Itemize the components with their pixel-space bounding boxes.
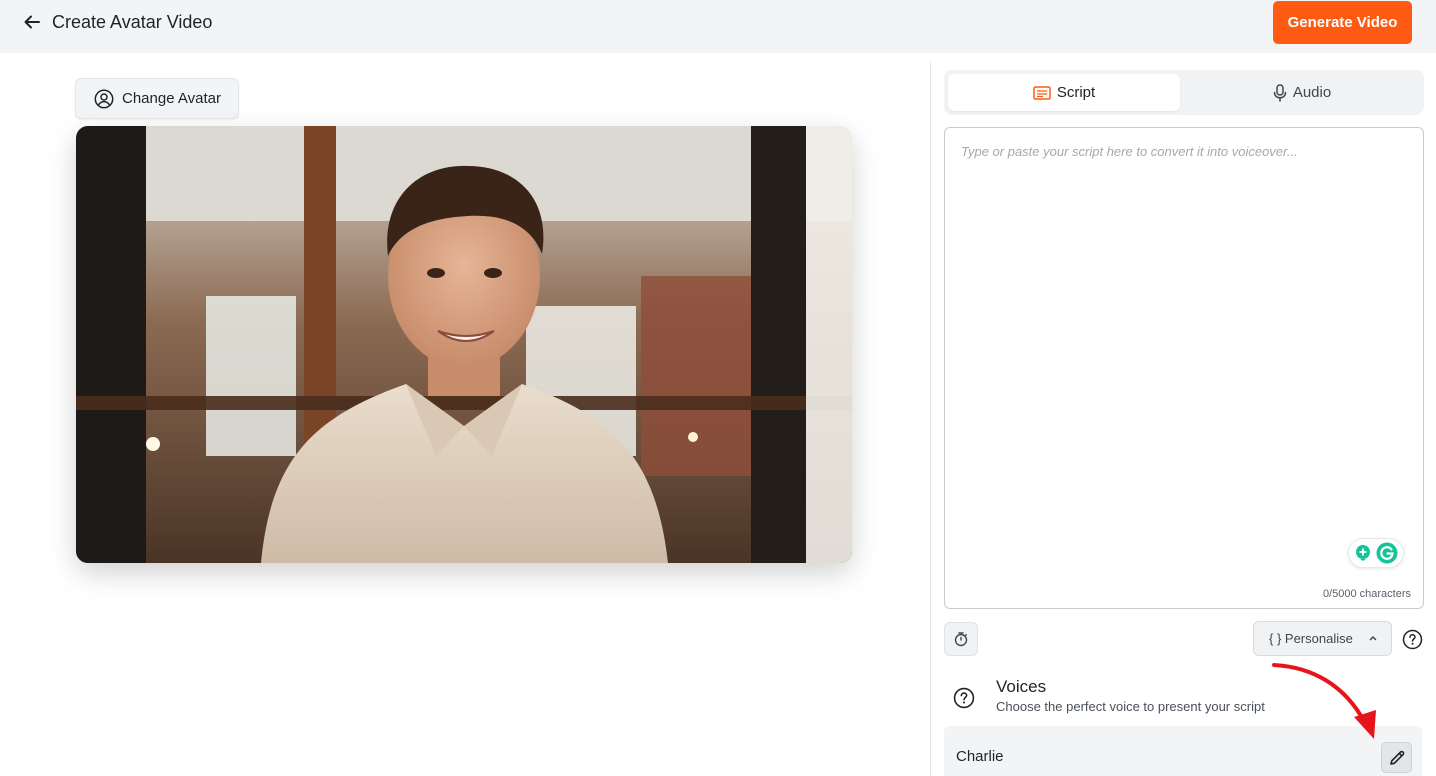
pencil-icon xyxy=(1389,750,1404,765)
grammarly-logo-icon xyxy=(1376,542,1398,564)
top-bar: Create Avatar Video Generate Video xyxy=(0,0,1436,53)
edit-voice-button[interactable] xyxy=(1381,742,1412,773)
question-circle-icon xyxy=(1402,629,1422,649)
tab-script-label: Script xyxy=(1056,84,1096,101)
personalise-dropdown[interactable]: { } Personalise xyxy=(1253,621,1392,656)
voices-title: Voices xyxy=(996,677,1047,696)
voices-help-button[interactable] xyxy=(952,686,976,710)
generate-video-button[interactable]: Generate Video xyxy=(1273,1,1412,44)
character-count: 0/5000 characters xyxy=(1322,588,1411,600)
voices-subtitle: Choose the perfect voice to present your… xyxy=(996,699,1265,714)
script-editor: 0/5000 characters xyxy=(944,127,1424,609)
stopwatch-icon xyxy=(954,632,968,647)
tab-script[interactable]: Script xyxy=(948,74,1180,111)
timer-button[interactable] xyxy=(944,622,978,656)
avatar-image xyxy=(76,126,852,563)
subtitles-icon xyxy=(1033,85,1051,100)
chevron-up-icon xyxy=(1369,636,1377,641)
script-help-button[interactable] xyxy=(1401,628,1423,650)
avatar-video-preview[interactable] xyxy=(76,126,852,563)
user-circle-icon xyxy=(94,89,114,108)
question-circle-icon xyxy=(953,687,975,709)
personalise-label: { } Personalise xyxy=(1269,631,1353,646)
tab-audio[interactable]: Audio xyxy=(1184,74,1420,111)
voice-name: Charlie xyxy=(956,748,1004,765)
back-button[interactable] xyxy=(20,10,44,34)
change-avatar-button[interactable]: Change Avatar xyxy=(75,78,239,119)
tab-audio-label: Audio xyxy=(1292,84,1332,101)
panel-divider xyxy=(930,62,931,776)
script-audio-tabs: Script Audio xyxy=(944,70,1424,115)
script-input[interactable] xyxy=(961,144,1407,534)
grammarly-suggestion-icon xyxy=(1356,545,1370,561)
grammarly-widget[interactable] xyxy=(1348,538,1404,568)
selected-voice-card[interactable]: Charlie xyxy=(944,726,1422,776)
change-avatar-label: Change Avatar xyxy=(122,90,221,107)
arrow-left-icon xyxy=(24,15,40,29)
page-title: Create Avatar Video xyxy=(52,12,213,32)
microphone-icon xyxy=(1273,83,1287,102)
